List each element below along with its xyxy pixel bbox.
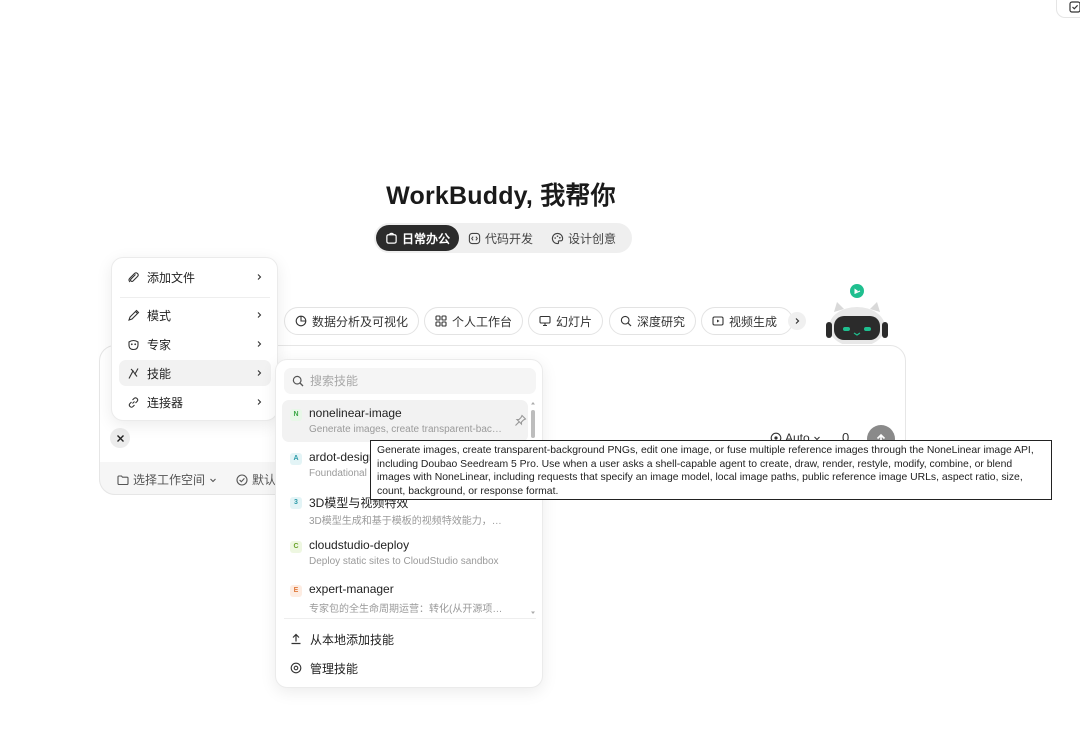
skill-name: cloudstudio-deploy [309,538,410,552]
page-title: WorkBuddy, 我帮你 [386,182,616,210]
menu-item-label: 模式 [147,308,172,323]
tab-daily-office[interactable]: 日常办公 [376,225,460,251]
presentation-icon [539,315,551,327]
skill-item-nonelinear-image[interactable]: N nonelinear-image Generate images, crea… [282,400,528,442]
menu-item-mode[interactable]: 模式 [119,302,271,328]
chevron-right-icon [795,318,800,324]
skill-icon [128,367,139,379]
menu-item-add-file[interactable]: 添加文件 [119,264,271,290]
close-icon [116,434,124,442]
pin-icon[interactable] [514,414,527,427]
scroll-down-icon[interactable] [530,610,536,616]
tab-design-creative[interactable]: 设计创意 [542,225,625,251]
skill-desc: 3D模型生成和基于模板的视频特效能力，支持多种 [309,516,505,527]
scroll-thumb[interactable] [531,410,535,438]
expert-icon [128,339,139,350]
chevron-right-icon [257,312,262,318]
skill-name: nonelinear-image [309,406,402,420]
chip-label: 视频生成 [729,314,778,329]
folder-icon [117,474,129,485]
bag-icon [386,232,397,244]
chevron-right-icon [257,274,262,280]
add-local-skill-button[interactable]: 从本地添加技能 [290,628,394,650]
paperclip-icon [128,271,139,282]
skill-desc: Deploy static sites to CloudStudio sandb… [309,556,499,567]
default-label: 默认 [252,473,277,487]
corner-action-button[interactable] [1056,0,1080,18]
default-permission-select[interactable]: 默认 [236,471,276,488]
chip-data-analysis[interactable]: 数据分析及可视化 [284,307,420,335]
skill-tooltip: Generate images, create transparent-back… [370,440,1052,500]
menu-item-label: 添加文件 [147,270,196,285]
palette-icon [551,232,564,244]
skills-search-input[interactable] [310,374,520,388]
chevron-down-icon [210,478,216,482]
menu-item-expert[interactable]: 专家 [119,331,271,357]
skill-badge: A [290,453,302,465]
menu-item-skills[interactable]: 技能 [119,360,271,386]
menu-item-label: 专家 [147,337,172,352]
chip-deep-research[interactable]: 深度研究 [609,307,697,335]
skill-name: expert-manager [309,582,394,596]
action-label: 从本地添加技能 [310,632,395,647]
chevron-right-icon [257,341,262,347]
close-button[interactable] [110,428,130,448]
menu-divider [120,297,270,298]
chip-slides[interactable]: 幻灯片 [528,307,604,335]
upload-icon [291,633,301,645]
link-icon [128,396,139,408]
menu-item-connectors[interactable]: 连接器 [119,389,271,415]
shield-check-icon [236,473,248,486]
chips-scroll-right-button[interactable] [788,312,806,330]
workspace-label: 选择工作空间 [133,473,206,487]
skills-scrollbar[interactable] [530,400,536,618]
skill-desc: 专家包的全生命周期运营：转化(从开源项目到专家包) [309,604,505,615]
chip-label: 数据分析及可视化 [312,314,409,329]
grid-icon [435,315,447,327]
chip-personal-workspace[interactable]: 个人工作台 [424,307,524,335]
code-icon [468,232,481,244]
chevron-right-icon [257,399,262,405]
attach-menu: 添加文件 模式 专家 技能 连接器 [111,257,278,421]
skill-badge: E [290,585,302,597]
chip-label: 个人工作台 [452,314,513,329]
skill-name: ardot-design [309,450,376,464]
action-label: 管理技能 [310,661,359,676]
tab-label: 设计创意 [568,231,617,246]
skills-search[interactable] [284,368,536,394]
skill-item-expert-manager[interactable]: E expert-manager 专家包的全生命周期运营：转化(从开源项目到专家… [282,576,528,618]
chart-pie-icon [295,315,307,327]
scroll-up-icon[interactable] [530,400,536,406]
chip-video-generation[interactable]: 视频生成 [701,307,793,335]
skills-divider [284,618,536,619]
tab-label: 代码开发 [485,231,534,246]
chip-label: 幻灯片 [556,314,593,329]
search-icon [292,375,304,387]
skill-badge: 3 [290,497,302,509]
skill-badge: N [290,409,302,421]
manage-skills-button[interactable]: 管理技能 [290,657,358,679]
workspace-select[interactable]: 选择工作空间 [117,471,217,488]
chip-label: 深度研究 [637,314,686,329]
menu-item-label: 连接器 [147,395,184,410]
chevron-right-icon [257,370,262,376]
video-icon [712,316,724,326]
skill-item-cloudstudio-deploy[interactable]: C cloudstudio-deploy Deploy static sites… [282,532,528,574]
settings-icon [290,662,302,674]
robot-mascot-icon[interactable] [824,282,892,344]
note-check-icon [1069,1,1080,13]
tab-code-dev[interactable]: 代码开发 [459,225,542,251]
mode-tabs: 日常办公 代码开发 设计创意 [374,223,632,253]
pen-icon [128,309,140,321]
skill-badge: C [290,541,302,553]
skills-panel: N nonelinear-image Generate images, crea… [275,359,543,688]
skill-desc: Generate images, create transparent-back… [309,424,505,435]
search-icon [620,315,632,327]
tab-label: 日常办公 [402,231,451,246]
menu-item-label: 技能 [147,366,172,381]
